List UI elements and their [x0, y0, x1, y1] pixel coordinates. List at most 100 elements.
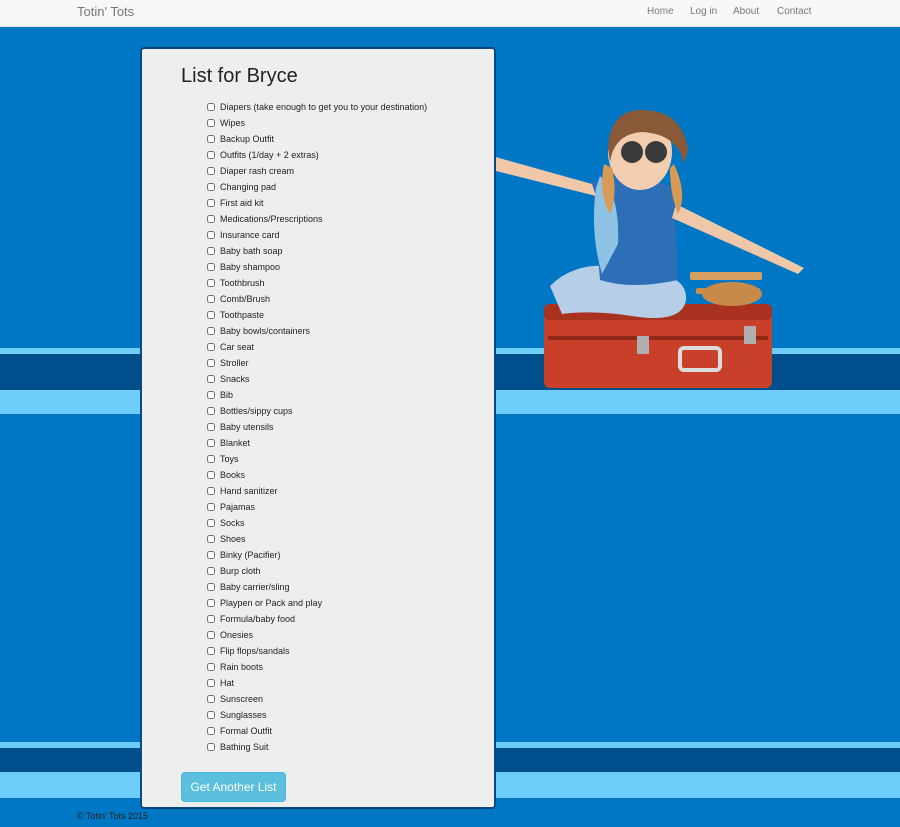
- checklist-checkbox[interactable]: [207, 295, 215, 303]
- checklist-item: Sunscreen: [206, 691, 427, 707]
- checklist-item: Hand sanitizer: [206, 483, 427, 499]
- checklist-item: Flip flops/sandals: [206, 643, 427, 659]
- checklist-checkbox[interactable]: [207, 519, 215, 527]
- checklist-checkbox[interactable]: [207, 247, 215, 255]
- checklist-checkbox[interactable]: [207, 647, 215, 655]
- checklist-item: Burp cloth: [206, 563, 427, 579]
- checklist-item-label: Changing pad: [220, 182, 277, 192]
- checklist-checkbox[interactable]: [207, 583, 215, 591]
- checklist-checkbox[interactable]: [207, 167, 215, 175]
- checklist-checkbox[interactable]: [207, 567, 215, 575]
- checklist-checkbox[interactable]: [207, 279, 215, 287]
- checklist-item-label: Burp cloth: [220, 566, 261, 576]
- checklist-item-label: Blanket: [220, 438, 251, 448]
- checklist-item: Sunglasses: [206, 707, 427, 723]
- checklist-item-label: Toothbrush: [220, 278, 265, 288]
- checklist-checkbox[interactable]: [207, 151, 215, 159]
- checklist-item-label: Insurance card: [220, 230, 280, 240]
- checklist-item: Bottles/sippy cups: [206, 403, 427, 419]
- checklist-item: Baby utensils: [206, 419, 427, 435]
- get-another-list-button[interactable]: Get Another List: [181, 772, 286, 802]
- nav-about-link[interactable]: About: [733, 6, 759, 17]
- checklist-checkbox[interactable]: [207, 487, 215, 495]
- checklist-checkbox[interactable]: [207, 183, 215, 191]
- checklist-checkbox[interactable]: [207, 231, 215, 239]
- checklist-checkbox[interactable]: [207, 551, 215, 559]
- checklist-checkbox[interactable]: [207, 327, 215, 335]
- checklist-checkbox[interactable]: [207, 135, 215, 143]
- checklist-item-label: Hat: [220, 678, 235, 688]
- checklist-checkbox[interactable]: [207, 391, 215, 399]
- checklist-item-label: Car seat: [220, 342, 255, 352]
- checklist-item: Toys: [206, 451, 427, 467]
- nav-login-link[interactable]: Log in: [690, 6, 717, 17]
- checklist-checkbox[interactable]: [207, 711, 215, 719]
- checklist-checkbox[interactable]: [207, 663, 215, 671]
- checklist-checkbox[interactable]: [207, 215, 215, 223]
- checklist-item-label: Outfits (1/day + 2 extras): [220, 150, 319, 160]
- checklist-checkbox[interactable]: [207, 599, 215, 607]
- checklist-checkbox[interactable]: [207, 631, 215, 639]
- checklist-item-label: First aid kit: [220, 198, 264, 208]
- checklist-checkbox[interactable]: [207, 199, 215, 207]
- checklist-item: Backup Outfit: [206, 131, 427, 147]
- checklist-item: Shoes: [206, 531, 427, 547]
- checklist-item-label: Bottles/sippy cups: [220, 406, 293, 416]
- checklist-item: Socks: [206, 515, 427, 531]
- checklist-checkbox[interactable]: [207, 119, 215, 127]
- checklist-item-label: Diaper rash cream: [220, 166, 295, 176]
- checklist-checkbox[interactable]: [207, 343, 215, 351]
- checklist-checkbox[interactable]: [207, 743, 215, 751]
- checklist-item-label: Onesies: [220, 630, 254, 640]
- checklist-checkbox[interactable]: [207, 407, 215, 415]
- checklist-checkbox[interactable]: [207, 103, 215, 111]
- nav-contact-link[interactable]: Contact: [777, 6, 811, 17]
- checklist-item-label: Stroller: [220, 358, 249, 368]
- checklist-checkbox[interactable]: [207, 679, 215, 687]
- checklist-item: Baby bath soap: [206, 243, 427, 259]
- checklist-checkbox[interactable]: [207, 311, 215, 319]
- checklist-checkbox[interactable]: [207, 727, 215, 735]
- checklist-checkbox[interactable]: [207, 439, 215, 447]
- checklist-item: Diapers (take enough to get you to your …: [206, 99, 427, 115]
- checklist-item: Pajamas: [206, 499, 427, 515]
- checklist-item: Onesies: [206, 627, 427, 643]
- checklist-item: Snacks: [206, 371, 427, 387]
- checklist-item-label: Formal Outfit: [220, 726, 273, 736]
- checklist-item: Bib: [206, 387, 427, 403]
- checklist-item-label: Backup Outfit: [220, 134, 275, 144]
- checklist-item-label: Medications/Prescriptions: [220, 214, 323, 224]
- footer-text: © Totin' Tots 2015: [77, 811, 149, 821]
- checklist-checkbox[interactable]: [207, 503, 215, 511]
- checklist-item: First aid kit: [206, 195, 427, 211]
- checklist-item-label: Books: [220, 470, 246, 480]
- checklist-item: Blanket: [206, 435, 427, 451]
- checklist-checkbox[interactable]: [207, 615, 215, 623]
- nav-home-link[interactable]: Home: [647, 6, 674, 17]
- checklist-item-label: Hand sanitizer: [220, 486, 278, 496]
- checklist-item-label: Flip flops/sandals: [220, 646, 290, 656]
- checklist-checkbox[interactable]: [207, 263, 215, 271]
- checklist-item-label: Shoes: [220, 534, 246, 544]
- checklist-item: Medications/Prescriptions: [206, 211, 427, 227]
- brand-link[interactable]: Totin' Tots: [77, 4, 134, 19]
- checklist-checkbox[interactable]: [207, 455, 215, 463]
- checklist-item-label: Baby shampoo: [220, 262, 281, 272]
- checklist-item-label: Baby utensils: [220, 422, 274, 432]
- checklist-item-label: Socks: [220, 518, 245, 528]
- checklist-item: Toothpaste: [206, 307, 427, 323]
- checklist-item: Changing pad: [206, 179, 427, 195]
- checklist-item-label: Formula/baby food: [220, 614, 296, 624]
- checklist-item: Diaper rash cream: [206, 163, 427, 179]
- checklist-item: Stroller: [206, 355, 427, 371]
- checklist-checkbox[interactable]: [207, 375, 215, 383]
- checklist-item-label: Toothpaste: [220, 310, 265, 320]
- checklist-item: Wipes: [206, 115, 427, 131]
- checklist-checkbox[interactable]: [207, 471, 215, 479]
- checklist-item-label: Bathing Suit: [220, 742, 269, 752]
- checklist-checkbox[interactable]: [207, 359, 215, 367]
- checklist-checkbox[interactable]: [207, 423, 215, 431]
- checklist-checkbox[interactable]: [207, 695, 215, 703]
- checklist-item-label: Sunglasses: [220, 710, 267, 720]
- checklist-checkbox[interactable]: [207, 535, 215, 543]
